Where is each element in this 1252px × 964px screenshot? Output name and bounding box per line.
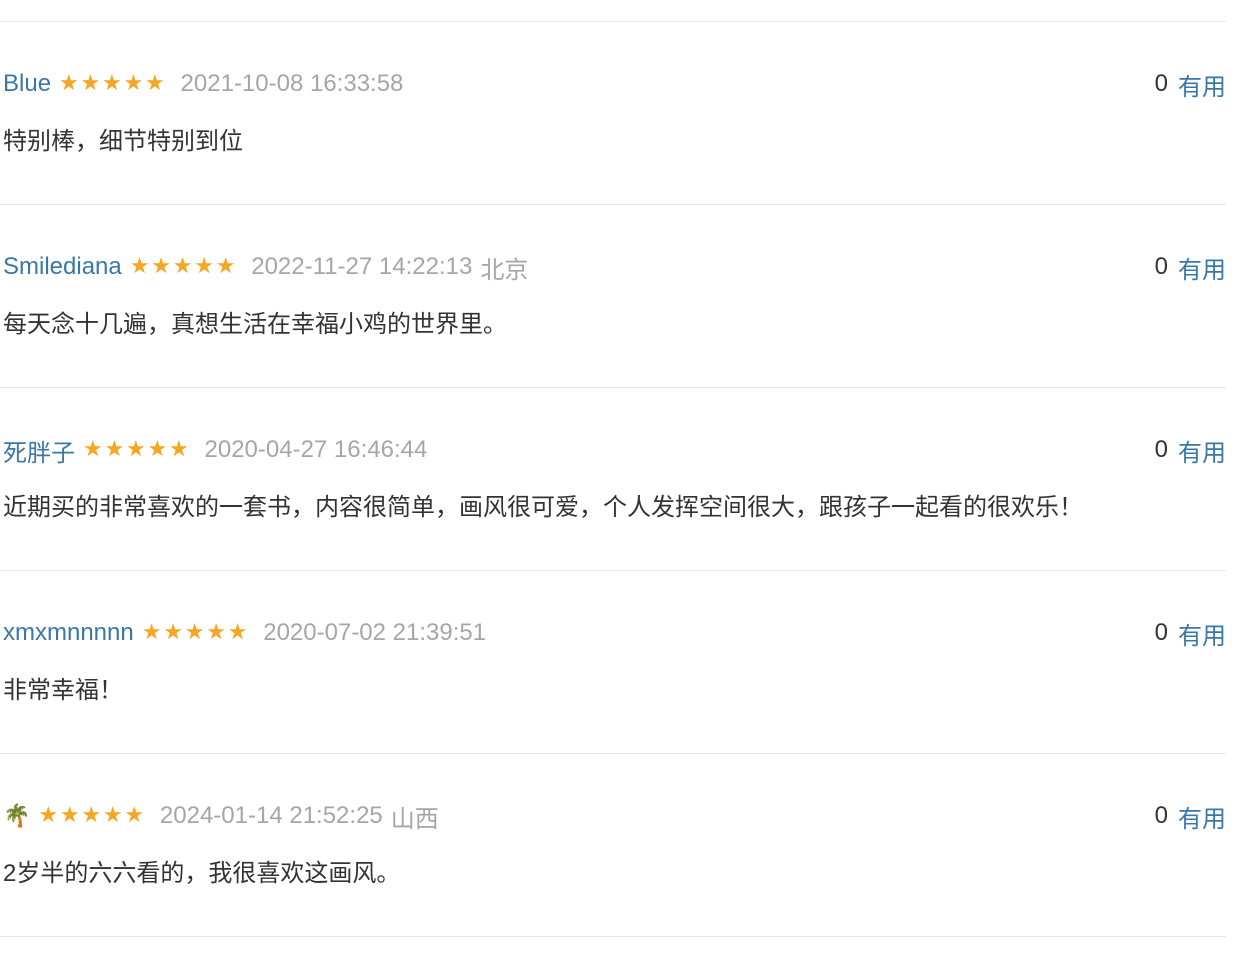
useful-vote: 0 有用 <box>1154 433 1226 468</box>
star-icon: ★ <box>147 437 168 462</box>
star-icon: ★ <box>102 71 122 96</box>
comment-time: 2022-11-27 14:22:13 <box>251 253 473 280</box>
rating-stars: ★ ★ ★ ★ ★ <box>83 439 191 461</box>
vote-count: 0 <box>1154 619 1168 646</box>
star-icon: ★ <box>227 620 248 645</box>
user-name-link[interactable]: Blue <box>3 70 51 98</box>
useful-button[interactable]: 有用 <box>1178 616 1226 651</box>
star-icon: ★ <box>163 620 183 645</box>
comment-meta: Smilediana ★ ★ ★ ★ ★ 2022-11-27 14:22:13 北京 <box>3 252 529 284</box>
divider <box>0 936 1226 937</box>
rating-stars: ★ ★ ★ ★ ★ <box>38 805 146 827</box>
useful-vote: 0 有用 <box>1154 67 1226 102</box>
vote-count: 0 <box>1154 253 1168 280</box>
comment-item: 死胖子 ★ ★ ★ ★ ★ 2020-04-27 16:46:44 0 有用 近期买的非… <box>0 387 1226 570</box>
vote-count: 0 <box>1154 70 1168 97</box>
comment-item: 🌴 ★ ★ ★ ★ ★ 2024-01-14 21:52:25 山西 0 有用 2岁半的… <box>0 753 1226 936</box>
user-name-link[interactable]: xmxmnnnnn <box>3 619 134 647</box>
star-icon: ★ <box>124 803 145 828</box>
star-icon: ★ <box>145 71 165 96</box>
star-icon: ★ <box>172 254 193 279</box>
star-icon: ★ <box>169 437 189 462</box>
star-icon: ★ <box>80 71 101 96</box>
comment-item: Smilediana ★ ★ ★ ★ ★ 2022-11-27 14:22:13 北京 … <box>0 204 1226 387</box>
comment-item: xmxmnnnnn ★ ★ ★ ★ ★ 2020-07-02 21:39:51 0 有用… <box>0 570 1226 753</box>
vote-count: 0 <box>1154 436 1168 463</box>
star-icon: ★ <box>123 71 144 96</box>
comment-location: 北京 <box>480 256 529 284</box>
star-icon: ★ <box>206 620 226 645</box>
star-icon: ★ <box>184 620 205 645</box>
star-icon: ★ <box>38 803 59 828</box>
star-icon: ★ <box>81 803 102 828</box>
useful-vote: 0 有用 <box>1154 799 1226 834</box>
comment-time: 2021-10-08 16:33:58 <box>180 70 404 97</box>
comment-item: Blue ★ ★ ★ ★ ★ 2021-10-08 16:33:58 0 有用 特别棒，… <box>0 21 1226 204</box>
user-name-link[interactable]: 死胖子 <box>3 433 75 468</box>
rating-stars: ★ ★ ★ ★ ★ <box>142 622 250 644</box>
comment-meta: 🌴 ★ ★ ★ ★ ★ 2024-01-14 21:52:25 山西 <box>3 801 439 833</box>
star-icon: ★ <box>102 803 123 828</box>
comment-text: 特别棒，细节特别到位 <box>3 128 243 155</box>
comment-text: 近期买的非常喜欢的一套书，内容很简单，画风很可爱，个人发挥空间很大，跟孩子一起看… <box>3 494 1083 521</box>
comment-meta: Blue ★ ★ ★ ★ ★ 2021-10-08 16:33:58 <box>3 69 403 99</box>
comment-text: 2岁半的六六看的，我很喜欢这画风。 <box>3 860 401 887</box>
user-name-link[interactable]: Smilediana <box>3 253 122 281</box>
comment-meta: xmxmnnnnn ★ ★ ★ ★ ★ 2020-07-02 21:39:51 <box>3 618 486 648</box>
star-icon: ★ <box>151 254 171 279</box>
useful-button[interactable]: 有用 <box>1178 433 1226 468</box>
comment-text: 非常幸福！ <box>3 677 123 704</box>
comment-time: 2020-07-02 21:39:51 <box>263 619 487 646</box>
star-icon: ★ <box>59 71 79 96</box>
rating-stars: ★ ★ ★ ★ ★ <box>130 256 238 278</box>
comment-text: 每天念十几遍，真想生活在幸福小鸡的世界里。 <box>3 311 507 338</box>
useful-button[interactable]: 有用 <box>1178 250 1226 285</box>
comment-time: 2024-01-14 21:52:25 <box>159 802 383 829</box>
palm-tree-icon[interactable]: 🌴 <box>3 805 30 827</box>
comment-time: 2020-04-27 16:46:44 <box>204 436 428 463</box>
rating-stars: ★ ★ ★ ★ ★ <box>59 73 167 95</box>
comment-meta: 死胖子 ★ ★ ★ ★ ★ 2020-04-27 16:46:44 <box>3 433 428 468</box>
star-icon: ★ <box>83 437 103 462</box>
comment-location: 山西 <box>390 805 439 833</box>
star-icon: ★ <box>215 254 236 279</box>
star-icon: ★ <box>59 803 80 828</box>
star-icon: ★ <box>126 437 146 462</box>
useful-button[interactable]: 有用 <box>1178 67 1226 102</box>
star-icon: ★ <box>129 254 150 279</box>
star-icon: ★ <box>194 254 214 279</box>
star-icon: ★ <box>141 620 162 645</box>
useful-vote: 0 有用 <box>1154 616 1226 651</box>
star-icon: ★ <box>104 437 125 462</box>
useful-vote: 0 有用 <box>1154 250 1226 285</box>
vote-count: 0 <box>1154 802 1168 829</box>
useful-button[interactable]: 有用 <box>1178 799 1226 834</box>
